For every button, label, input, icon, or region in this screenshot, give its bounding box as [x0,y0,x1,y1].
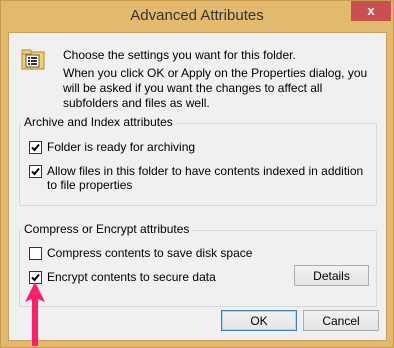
allow-indexing-row[interactable]: Allow files in this folder to have conte… [29,164,373,192]
advanced-attributes-dialog: Advanced Attributes x Choose the setting… [0,0,394,348]
checkmark-icon [31,167,40,176]
checkmark-icon [31,143,40,152]
cancel-button[interactable]: Cancel [303,310,379,331]
allow-indexing-checkbox[interactable] [29,165,42,178]
compress-label: Compress contents to save disk space [47,246,253,260]
title-bar[interactable]: Advanced Attributes x [1,1,393,33]
allow-indexing-label: Allow files in this folder to have conte… [47,164,364,192]
encrypt-row[interactable]: Encrypt contents to secure data [29,270,216,284]
compress-checkbox[interactable] [29,247,42,260]
dialog-body: Choose the settings you want for this fo… [8,32,387,341]
intro-text: Choose the settings you want for this fo… [63,48,296,62]
intro-description: When you click OK or Apply on the Proper… [63,66,368,110]
close-button[interactable]: x [351,1,391,21]
folder-archive-checkbox[interactable] [29,141,42,154]
compress-row[interactable]: Compress contents to save disk space [29,246,252,260]
details-button[interactable]: Details [294,265,369,286]
folder-archive-label: Folder is ready for archiving [47,140,196,154]
archive-group-title: Archive and Index attributes [21,115,176,129]
arrow-up-icon [25,282,45,346]
ok-button[interactable]: OK [221,310,297,331]
encrypt-label: Encrypt contents to secure data [47,270,216,284]
folder-settings-icon [21,49,45,70]
folder-archive-row[interactable]: Folder is ready for archiving [29,140,195,154]
dialog-title: Advanced Attributes [130,7,264,24]
compress-group-title: Compress or Encrypt attributes [21,222,193,236]
close-icon: x [367,3,375,18]
